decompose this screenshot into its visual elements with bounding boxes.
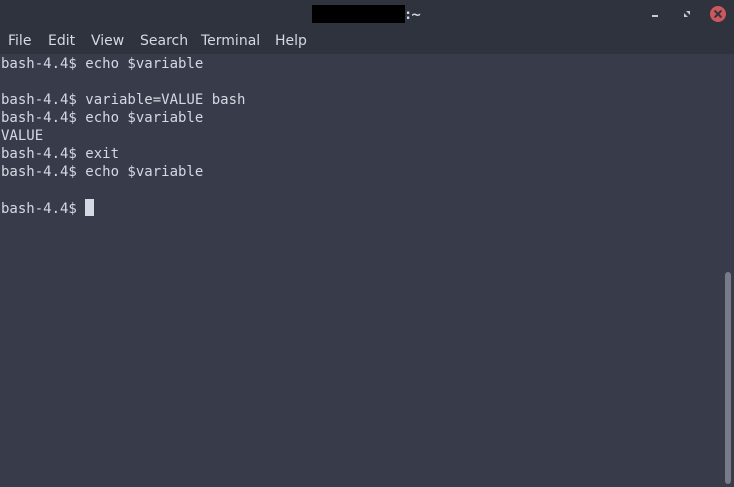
- maximize-icon: [684, 11, 690, 17]
- terminal-line: bash-4.4$ exit: [1, 146, 120, 162]
- close-button[interactable]: [710, 6, 726, 22]
- scrollbar-track[interactable]: [722, 54, 734, 487]
- title-suffix: :~: [405, 8, 422, 23]
- minimize-icon: [652, 15, 658, 17]
- terminal-cursor: [85, 199, 95, 216]
- menu-search[interactable]: Search: [140, 33, 188, 49]
- title-bar[interactable]: :~: [0, 0, 734, 29]
- scrollbar-thumb[interactable]: [725, 272, 731, 484]
- menu-edit[interactable]: Edit: [48, 33, 75, 49]
- terminal-prompt-line: bash-4.4$: [1, 199, 95, 217]
- close-icon: [714, 10, 722, 18]
- menu-file[interactable]: File: [8, 33, 31, 49]
- minimize-button[interactable]: [647, 6, 663, 22]
- terminal-line: bash-4.4$ variable=VALUE bash: [1, 92, 246, 108]
- title-redaction: [312, 5, 406, 23]
- menu-view[interactable]: View: [91, 33, 124, 49]
- maximize-button[interactable]: [679, 6, 695, 22]
- window-title: :~: [0, 5, 734, 23]
- terminal-line: bash-4.4$ echo $variable: [1, 164, 204, 180]
- terminal-window: :~ File Edit View Search Terminal Help b…: [0, 0, 734, 487]
- terminal-line: bash-4.4$ echo $variable: [1, 110, 204, 126]
- terminal-prompt: bash-4.4$: [1, 201, 86, 217]
- terminal-line: bash-4.4$ echo $variable: [1, 56, 204, 72]
- menu-terminal[interactable]: Terminal: [201, 33, 260, 49]
- terminal-output[interactable]: bash-4.4$ echo $variable bash-4.4$ varia…: [0, 54, 722, 487]
- menu-bar: File Edit View Search Terminal Help: [0, 29, 734, 54]
- menu-help[interactable]: Help: [275, 33, 307, 49]
- terminal-line: VALUE: [1, 128, 44, 144]
